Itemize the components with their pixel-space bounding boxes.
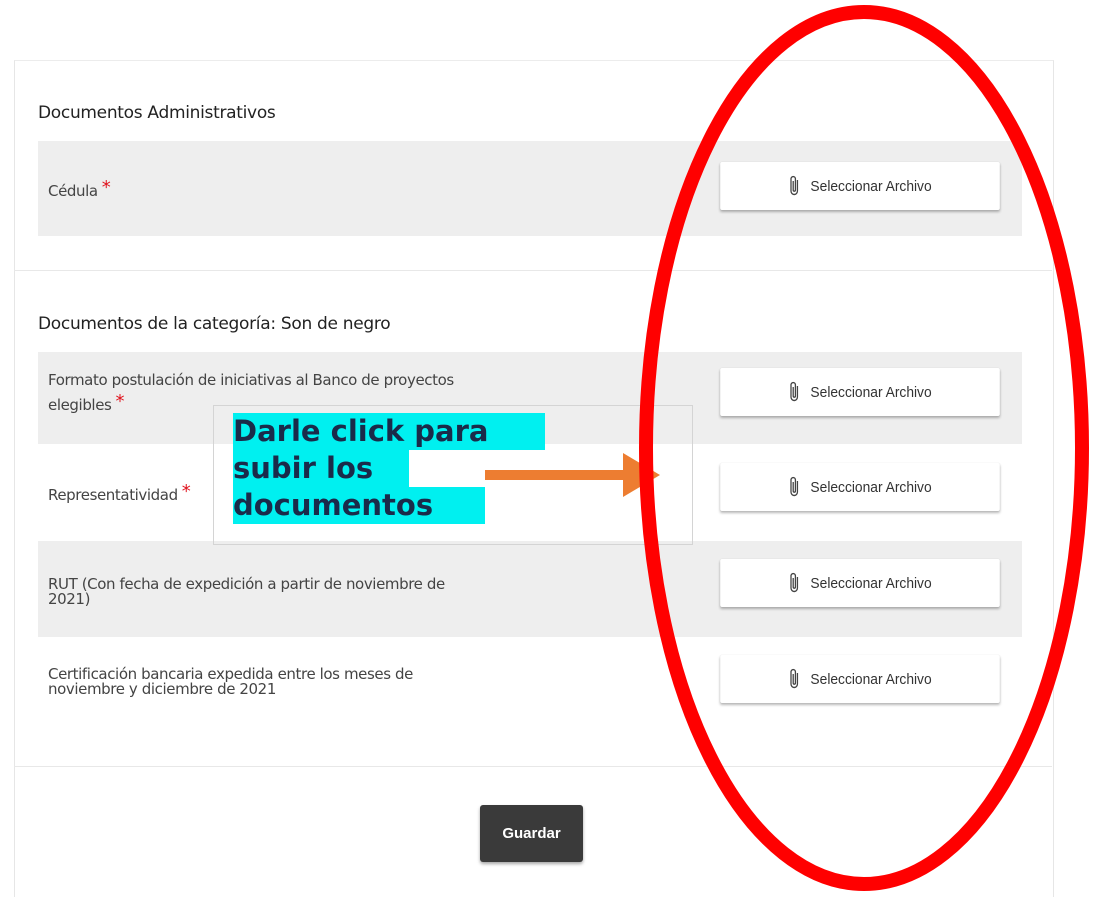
select-file-button-cedula[interactable]: Seleccionar Archivo — [720, 162, 1000, 210]
save-button[interactable]: Guardar — [480, 805, 583, 862]
section-title-category: Documentos de la categoría: Son de negro — [38, 314, 391, 334]
paperclip-icon — [790, 572, 799, 593]
paperclip-icon — [790, 476, 799, 497]
select-file-button-certificacion[interactable]: Seleccionar Archivo — [720, 655, 1000, 703]
section-title-administrative: Documentos Administrativos — [38, 103, 276, 123]
button-label: Seleccionar Archivo — [810, 383, 932, 401]
document-label: Representatividad * — [48, 481, 191, 504]
document-label: Cédula * — [48, 177, 111, 200]
required-asterisk: * — [101, 177, 111, 198]
button-label: Seleccionar Archivo — [810, 478, 932, 496]
footer-divider — [14, 766, 1052, 767]
section-divider — [14, 270, 1052, 271]
annotation-line: Darle click para — [233, 413, 545, 450]
button-label: Seleccionar Archivo — [810, 670, 932, 688]
annotation-line: documentos — [233, 487, 485, 524]
required-asterisk: * — [181, 481, 191, 502]
paperclip-icon — [790, 381, 799, 402]
button-label: Seleccionar Archivo — [810, 574, 932, 592]
paperclip-icon — [790, 668, 799, 689]
select-file-button-rut[interactable]: Seleccionar Archivo — [720, 559, 1000, 607]
annotation-line: subir los — [233, 450, 409, 487]
document-label: RUT (Con fecha de expedición a partir de… — [48, 575, 445, 608]
document-label: Certificación bancaria expedida entre lo… — [48, 665, 413, 698]
button-label: Seleccionar Archivo — [810, 177, 932, 195]
required-asterisk: * — [115, 391, 125, 412]
select-file-button-formato[interactable]: Seleccionar Archivo — [720, 368, 1000, 416]
annotation-arrow — [485, 453, 660, 497]
select-file-button-representatividad[interactable]: Seleccionar Archivo — [720, 463, 1000, 511]
paperclip-icon — [790, 175, 799, 196]
